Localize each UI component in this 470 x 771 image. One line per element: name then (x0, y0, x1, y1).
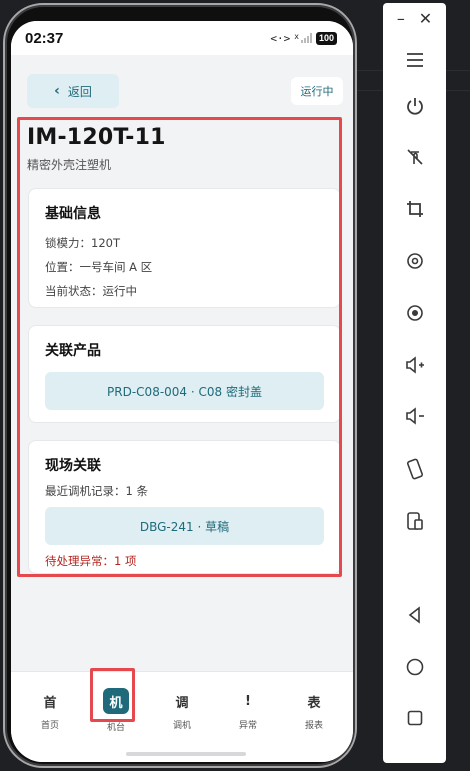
screenshot-icon[interactable] (383, 508, 446, 534)
volume-up-icon[interactable] (383, 352, 446, 378)
bottom-nav: 首 首页 机 机台 调 调机 ! 异常 表 报表 (11, 671, 353, 762)
status-bar: 02:37 <·> x 100 (11, 21, 353, 55)
status-icons: <·> x 100 (270, 31, 337, 45)
nav-label-home: 首页 (40, 721, 59, 731)
home-indicator (126, 752, 246, 756)
content-highlight-box (17, 117, 342, 577)
status-chip: 运行中 (291, 77, 343, 105)
back-button[interactable]: ‹ 返回 (27, 74, 119, 108)
issue-glyph-icon: ! (245, 693, 251, 709)
window-controls: – ✕ (383, 9, 446, 28)
data-transfer-icon: <·> (270, 31, 291, 45)
minimize-icon[interactable]: – (397, 9, 405, 28)
volume-down-icon[interactable] (383, 403, 446, 429)
rotate-device-icon[interactable] (383, 456, 446, 482)
nav-label-debug: 调机 (172, 721, 191, 731)
nav-item-reports[interactable]: 表 报表 (281, 672, 347, 762)
close-icon[interactable]: ✕ (419, 9, 432, 28)
battery-icon: 100 (315, 31, 337, 45)
nav-item-home[interactable]: 首 首页 (17, 672, 83, 762)
overview-icon[interactable] (383, 705, 446, 731)
chevron-left-icon: ‹ (54, 83, 60, 99)
crop-icon[interactable] (383, 196, 446, 222)
back-button-label: 返回 (67, 84, 92, 99)
back-icon[interactable] (383, 602, 446, 628)
nav-label-reports: 报表 (304, 721, 323, 731)
status-time: 02:37 (25, 29, 64, 47)
power-icon[interactable] (383, 93, 446, 119)
screen-record-icon[interactable] (383, 300, 446, 326)
report-glyph-icon: 表 (307, 695, 321, 711)
touch-off-icon[interactable] (383, 144, 446, 170)
nav-label-issues: 异常 (238, 721, 257, 731)
menu-icon[interactable] (383, 47, 446, 73)
home-icon[interactable] (383, 654, 446, 680)
nav-item-issues[interactable]: ! 异常 (215, 672, 281, 762)
debug-glyph-icon: 调 (175, 695, 189, 711)
signal-icon (300, 33, 312, 43)
home-glyph-icon: 首 (43, 695, 57, 711)
emulator-toolbar: – ✕ (383, 3, 446, 763)
nav-item-debug[interactable]: 调 调机 (149, 672, 215, 762)
rotate-icon[interactable] (383, 248, 446, 274)
nav-highlight-box (90, 668, 135, 722)
no-signal-mark-icon: x (294, 31, 299, 41)
